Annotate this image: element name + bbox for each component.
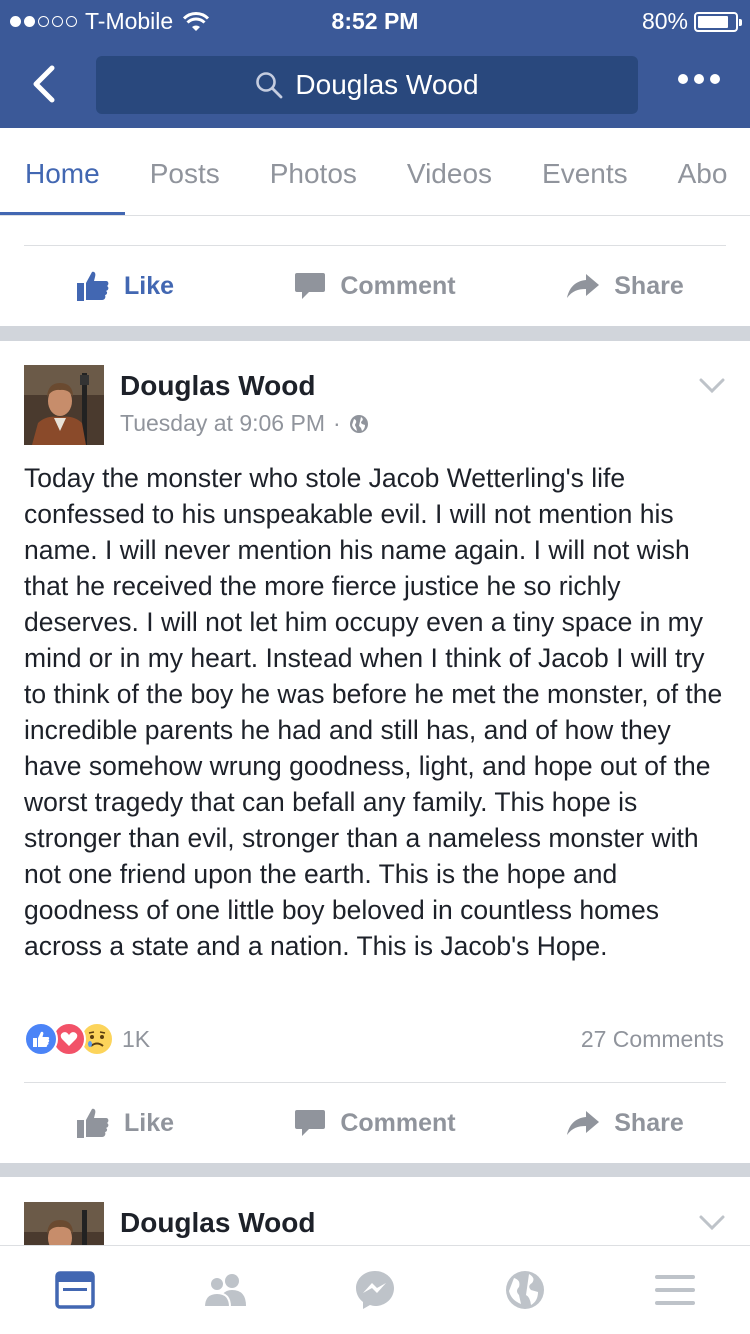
post-author[interactable]: Douglas Wood (120, 370, 315, 402)
avatar[interactable] (24, 1202, 104, 1245)
tab-events[interactable]: Events (517, 128, 653, 215)
comment-icon (295, 1110, 326, 1136)
chevron-down-icon[interactable] (698, 376, 726, 396)
bottom-tab-bar (0, 1245, 750, 1334)
reaction-count: 1K (122, 1025, 151, 1052)
comment-label: Comment (340, 1108, 456, 1137)
share-label: Share (614, 271, 684, 300)
globe-icon (506, 1271, 544, 1309)
share-icon (567, 274, 600, 298)
menu-tab[interactable] (600, 1246, 750, 1334)
search-bar[interactable]: Douglas Wood (96, 56, 638, 114)
comments-count[interactable]: 27 Comments (581, 1026, 724, 1053)
comment-button[interactable]: Comment (250, 246, 500, 326)
menu-icon (655, 1275, 695, 1305)
tab-videos[interactable]: Videos (382, 128, 517, 215)
share-button[interactable]: Share (500, 246, 750, 326)
like-label: Like (123, 1108, 175, 1137)
status-bar: T-Mobile 8:52 PM 80% (0, 0, 750, 40)
news-feed-tab[interactable] (0, 1246, 150, 1334)
more-options-icon[interactable] (678, 74, 720, 84)
messenger-icon (356, 1271, 394, 1309)
thumbs-up-icon (76, 271, 109, 301)
previous-post-actions: Like Comment Share (0, 246, 750, 326)
meta-separator: · (332, 410, 341, 436)
notifications-tab[interactable] (450, 1246, 600, 1334)
page-tabs: Home Posts Photos Videos Events Abo (0, 128, 750, 216)
tab-photos[interactable]: Photos (245, 128, 382, 215)
friends-icon (202, 1274, 246, 1308)
clock: 8:52 PM (331, 8, 419, 34)
post-timestamp[interactable]: Tuesday at 9:06 PM (120, 410, 325, 437)
tab-home[interactable]: Home (0, 128, 125, 215)
search-icon (256, 72, 283, 99)
reactions-summary[interactable]: 1K (24, 1022, 150, 1056)
post-meta: Tuesday at 9:06 PM · (120, 410, 369, 437)
messenger-tab[interactable] (300, 1246, 450, 1334)
profile-photo (24, 365, 104, 445)
friends-tab[interactable] (150, 1246, 300, 1334)
comment-label: Comment (340, 271, 456, 300)
news-feed-icon (55, 1271, 95, 1309)
tab-posts[interactable]: Posts (125, 128, 245, 215)
share-button[interactable]: Share (500, 1083, 750, 1163)
profile-photo (24, 1202, 104, 1245)
feed-divider (0, 1163, 750, 1177)
share-icon (567, 1111, 600, 1135)
like-label: Like (123, 271, 175, 300)
post-actions: Like Comment Share (0, 1083, 750, 1163)
chevron-down-icon[interactable] (698, 1213, 726, 1233)
like-button[interactable]: Like (0, 1083, 250, 1163)
post-text: Today the monster who stole Jacob Wetter… (24, 463, 723, 961)
avatar[interactable] (24, 365, 104, 445)
share-label: Share (614, 1108, 684, 1137)
battery-icon (694, 11, 742, 32)
globe-icon (349, 414, 368, 433)
back-arrow-icon[interactable] (26, 62, 66, 106)
thumbs-up-icon (76, 1108, 109, 1138)
search-text: Douglas Wood (295, 69, 479, 100)
comment-button[interactable]: Comment (250, 1083, 500, 1163)
feed-divider (0, 326, 750, 341)
tab-about[interactable]: Abo (653, 128, 750, 215)
battery-percent: 80% (641, 8, 688, 34)
top-bar: T-Mobile 8:52 PM 80% Douglas Wood (0, 0, 750, 128)
like-reaction-icon (24, 1022, 58, 1056)
post-author[interactable]: Douglas Wood (120, 1207, 315, 1239)
comment-icon (295, 273, 326, 299)
like-button[interactable]: Like (0, 246, 250, 326)
